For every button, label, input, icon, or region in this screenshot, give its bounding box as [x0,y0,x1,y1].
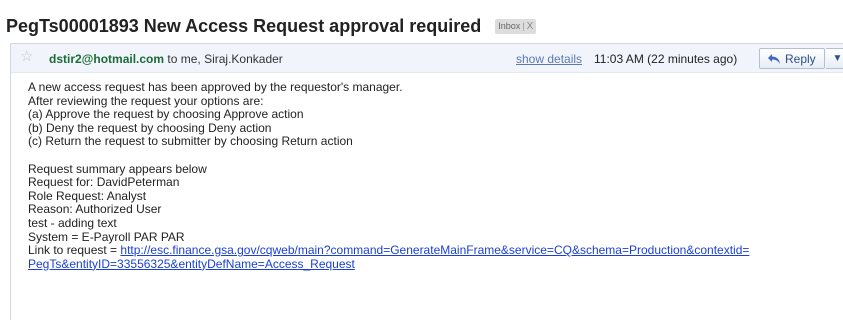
body-line: After reviewing the request your options… [28,93,264,108]
message-body: A new access request has been approved b… [28,80,749,272]
request-link-continued[interactable]: PegTs&entityID=33556325&entityDefName=Ac… [28,257,355,271]
reply-arrow-icon [768,53,780,64]
reply-button[interactable]: Reply [759,48,825,69]
body-line: (a) Approve the request by choosing Appr… [28,107,304,122]
sender-line: dstir2@hotmail.com to me, Siraj.Konkader [49,52,283,66]
link-line: Link to request = http://esc.finance.gsa… [28,243,749,258]
body-line: test - adding text [28,215,117,230]
link-prefix: Link to request = [28,243,121,258]
label-name: Inbox [498,21,521,31]
inbox-label-tag[interactable]: Inbox | X [495,18,537,34]
body-line: Reason: Authorized User [28,202,162,217]
body-line: (c) Return the request to submitter by c… [28,134,353,149]
body-line: (b) Deny the request by choosing Deny ac… [28,120,272,135]
reply-label: Reply [785,51,816,66]
message-card: ☆ dstir2@hotmail.com to me, Siraj.Konkad… [10,43,843,320]
chevron-down-icon: ▼ [832,53,843,64]
body-line: Role Request: Analyst [28,188,147,203]
recipients: to me, Siraj.Konkader [167,52,283,66]
body-line: System = E-Payroll PAR PAR [28,229,185,244]
request-link[interactable]: http://esc.finance.gsa.gov/cqweb/main?co… [120,243,749,257]
message-time: 11:03 AM (22 minutes ago) [594,52,738,66]
more-actions-button[interactable]: ▼ [826,48,843,69]
link-line: PegTs&entityID=33556325&entityDefName=Ac… [28,257,749,272]
subject-row: PegTs00001893 New Access Request approva… [6,15,537,37]
email-view: PegTs00001893 New Access Request approva… [0,0,843,320]
message-header: ☆ dstir2@hotmail.com to me, Siraj.Konkad… [11,44,843,73]
remove-label-icon[interactable]: X [527,21,534,32]
label-separator: | [522,21,525,31]
show-details-link[interactable]: show details [516,52,582,66]
sender-email[interactable]: dstir2@hotmail.com [49,52,164,66]
email-subject: PegTs00001893 New Access Request approva… [6,15,482,36]
body-line: Request summary appears below [28,161,207,176]
star-icon[interactable]: ☆ [20,49,33,65]
body-line: Request for: DavidPeterman [28,175,180,190]
body-line: A new access request has been approved b… [28,80,403,94]
